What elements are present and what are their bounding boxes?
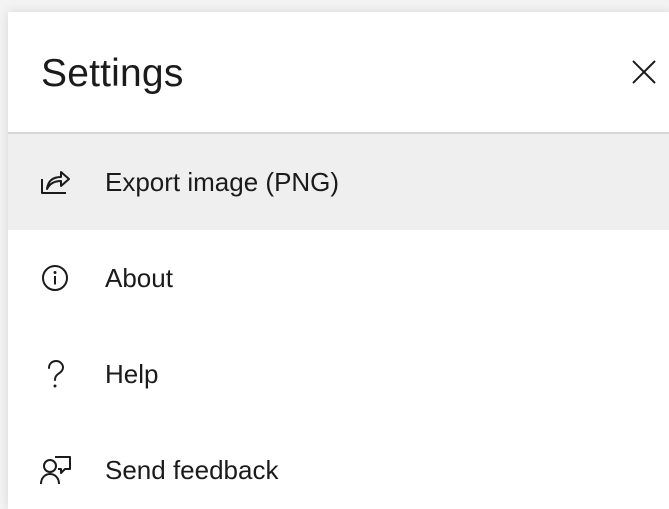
share-export-icon	[38, 165, 72, 199]
menu-item-label: Send feedback	[105, 455, 279, 485]
menu-item-help[interactable]: Help	[8, 326, 669, 422]
menu-item-export-image[interactable]: Export image (PNG)	[8, 134, 669, 230]
question-mark-icon	[38, 357, 72, 391]
settings-header: Settings	[8, 12, 669, 134]
settings-menu: Export image (PNG) About Help Send feedb…	[8, 134, 669, 509]
close-icon	[632, 60, 656, 84]
menu-item-label: Export image (PNG)	[105, 167, 340, 197]
info-icon	[38, 261, 72, 295]
menu-item-send-feedback[interactable]: Send feedback	[8, 422, 669, 509]
panel-title: Settings	[41, 52, 184, 95]
menu-item-label: Help	[105, 359, 159, 389]
menu-item-about[interactable]: About	[8, 230, 669, 326]
feedback-person-icon	[38, 453, 72, 487]
close-button[interactable]	[628, 56, 660, 88]
settings-panel: Settings Export image (PNG) About Help S…	[8, 12, 669, 509]
menu-item-label: About	[105, 263, 173, 293]
